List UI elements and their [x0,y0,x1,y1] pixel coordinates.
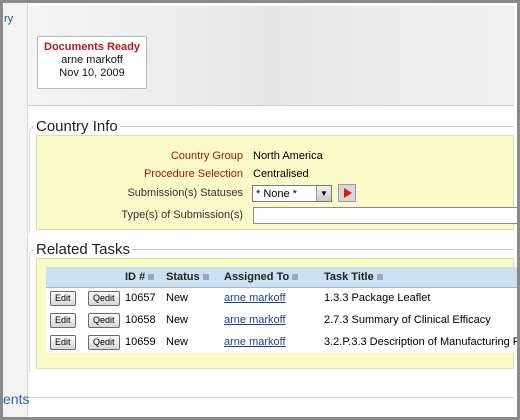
task-assigned-cell: arne markoff [220,309,320,331]
chevron-down-icon[interactable]: ▼ [316,186,331,201]
qedit-button[interactable]: Qedit [88,334,120,350]
edit-cell: Edit [46,331,84,353]
assigned-user-link[interactable]: arne markoff [224,314,286,326]
procedure-selection-value: Centralised [253,168,309,180]
edit-cell: Edit [46,287,84,309]
task-assigned-cell: arne markoff [220,287,320,309]
assigned-user-link[interactable]: arne markoff [224,292,286,304]
nav-link-top[interactable]: ry [4,13,13,25]
qedit-cell: Qedit [84,309,121,331]
country-info-title: Country Info [34,118,120,135]
edit-button[interactable]: Edit [50,290,76,306]
nav-link-bottom[interactable]: ents [3,391,29,407]
status-title: Documents Ready [44,41,140,53]
task-status: New [162,331,220,353]
task-assigned-cell: arne markoff [220,331,320,353]
submission-types-label: Type(s) of Submission(s) [121,209,243,221]
table-row: Edit Qedit 10659 New arne markoff 3.2.P.… [46,331,517,353]
column-header-id[interactable]: ID # [121,267,162,288]
task-id: 10659 [121,331,162,353]
column-header-assigned-label: Assigned To [224,270,290,283]
table-header-row: ID # Status Assigned To Task Title [46,267,517,288]
country-group-row: Country Group North America [37,148,513,164]
task-status: New [162,309,220,331]
country-info-panel: Country Group North America Procedure Se… [36,135,517,230]
sort-icon[interactable] [202,273,209,280]
edit-cell: Edit [46,309,84,331]
sort-icon[interactable] [292,273,299,280]
column-header-task-title-label: Task Title [324,270,374,283]
submission-types-row: Type(s) of Submission(s) [37,207,517,224]
sort-icon[interactable] [148,273,155,280]
column-header-task-title[interactable]: Task Title [320,267,517,288]
status-card: Documents Ready arne markoff Nov 10, 200… [37,36,147,89]
qedit-cell: Qedit [84,331,121,353]
qedit-button[interactable]: Qedit [88,290,120,306]
left-navigation-rail: ry ents [3,3,29,417]
edit-button[interactable]: Edit [50,334,76,350]
task-id: 10657 [121,287,162,309]
column-header-status-label: Status [166,270,200,283]
submission-statuses-label: Submission(s) Statuses [127,187,243,199]
task-id: 10658 [121,309,162,331]
procedure-selection-label: Procedure Selection [143,168,243,180]
sort-icon[interactable] [376,273,383,280]
submission-statuses-selected: * None * [256,188,297,200]
status-date: Nov 10, 2009 [59,67,125,79]
app-window: ry ents Documents Ready arne markoff Nov… [0,0,520,420]
submission-types-input[interactable] [253,207,517,224]
bottom-divider [29,397,514,398]
related-tasks-title: Related Tasks [34,241,132,258]
assigned-user-link[interactable]: arne markoff [224,336,286,348]
related-tasks-section: Related Tasks ID # Status Assigned To Ta… [29,241,517,372]
task-title: 2.7.3 Summary of Clinical Efficacy [320,309,517,331]
submission-statuses-select[interactable]: * None * ▼ [252,185,332,202]
task-title: 3.2.P.3.3 Description of Manufacturing P [320,331,517,353]
task-title: 1.3.3 Package Leaflet [320,287,517,309]
column-header-qedit [84,267,121,288]
column-header-id-label: ID # [125,270,146,283]
related-tasks-panel: ID # Status Assigned To Task Title Edit … [36,258,517,369]
procedure-selection-row: Procedure Selection Centralised [37,166,513,182]
edit-button[interactable]: Edit [50,312,76,328]
country-group-label: Country Group [170,150,243,162]
play-arrow-icon [344,188,352,198]
table-row: Edit Qedit 10657 New arne markoff 1.3.3 … [46,287,517,309]
task-status: New [162,287,220,309]
go-arrow-button[interactable] [338,184,356,202]
tasks-table: ID # Status Assigned To Task Title Edit … [46,267,517,353]
status-user: arne markoff [61,54,123,66]
country-info-section: Country Info Country Group North America… [29,118,517,233]
table-row: Edit Qedit 10658 New arne markoff 2.7.3 … [46,309,517,331]
country-group-value: North America [253,150,323,162]
column-header-status[interactable]: Status [162,267,220,288]
column-header-edit [46,267,84,288]
qedit-button[interactable]: Qedit [88,312,120,328]
column-header-assigned-to[interactable]: Assigned To [220,267,320,288]
qedit-cell: Qedit [84,287,121,309]
submission-statuses-row: Submission(s) Statuses * None * ▼ [37,184,513,202]
